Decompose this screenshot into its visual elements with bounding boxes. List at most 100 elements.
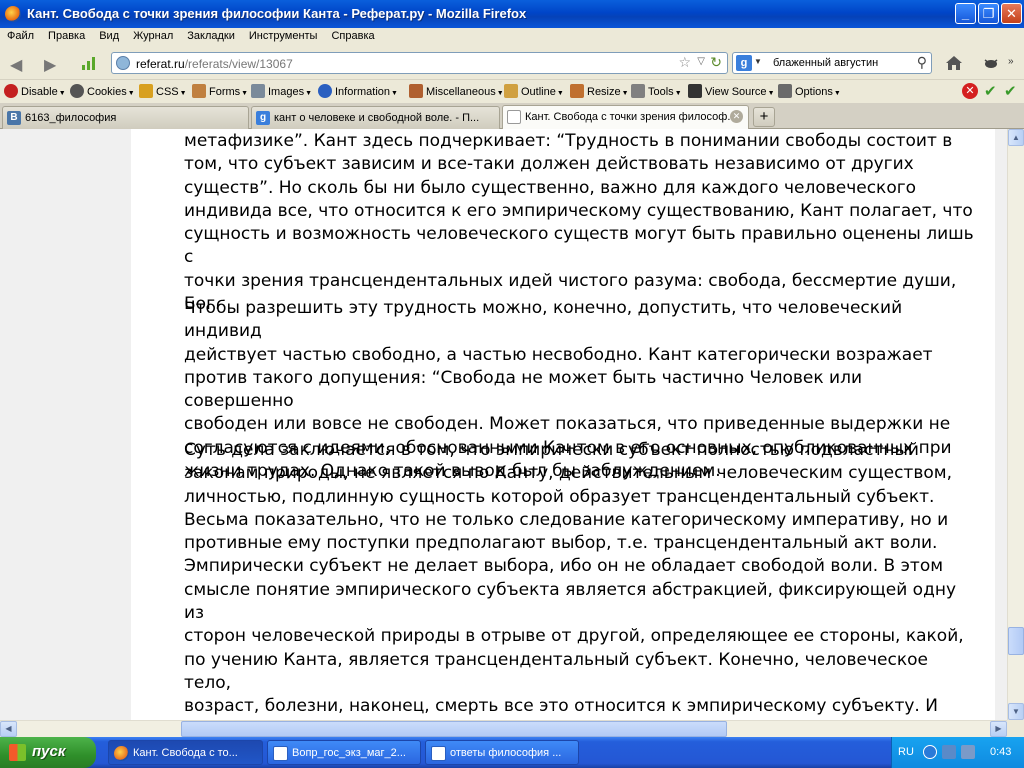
horizontal-scroll-thumb[interactable] <box>181 721 727 737</box>
search-engine-icon[interactable]: g <box>736 55 752 71</box>
images-icon <box>251 84 265 98</box>
system-tray: RU 0:43 <box>891 737 1024 768</box>
devbar-forms[interactable]: Forms▼ <box>192 84 248 100</box>
firefox-logo-icon <box>5 6 21 22</box>
back-button[interactable]: ◀ <box>10 55 22 75</box>
tab-bar: В 6163_философия g кант о человеке и сво… <box>0 103 1024 130</box>
bookmark-star-icon[interactable]: ☆ <box>678 54 691 71</box>
search-input[interactable]: блаженный августин <box>773 57 878 69</box>
page-content[interactable]: метафизике”. Кант здесь подчеркивает: “Т… <box>0 129 1007 720</box>
tab-vk-philosophy[interactable]: В 6163_философия <box>2 106 249 129</box>
devbar-miscellaneous[interactable]: Miscellaneous▼ <box>409 84 504 100</box>
menu-help[interactable]: Справка <box>324 28 381 42</box>
tab-label: Кант. Свобода с точки зрения философ... <box>525 111 737 123</box>
reload-icon[interactable]: ↻ <box>710 54 722 71</box>
devbar-cookies[interactable]: Cookies▼ <box>70 84 135 100</box>
taskbar-word-document-2[interactable]: ответы философия ... <box>425 740 579 765</box>
devbar-images[interactable]: Images▼ <box>251 84 312 100</box>
information-icon <box>318 84 332 98</box>
article-paragraph: Суть дела заключается в том, что эмпирич… <box>184 440 971 720</box>
vk-icon: В <box>7 111 21 125</box>
html-valid-icon[interactable]: ✔ <box>1004 82 1017 100</box>
tab-google-search[interactable]: g кант о человеке и свободной воле. - П.… <box>251 106 500 129</box>
vertical-scroll-thumb[interactable] <box>1008 627 1024 655</box>
taskbar-firefox-window[interactable]: Кант. Свобода с то... <box>108 740 263 765</box>
options-icon <box>778 84 792 98</box>
devbar-information[interactable]: Information▼ <box>318 84 398 100</box>
tools-icon <box>631 84 645 98</box>
devbar-tools[interactable]: Tools▼ <box>631 84 682 100</box>
word-document-icon <box>273 746 288 761</box>
menu-bookmarks[interactable]: Закладки <box>180 28 242 42</box>
navigation-bar: ◀ ▶ referat.ru/referats/view/13067 ☆ ▽ ↻… <box>0 47 1024 79</box>
title-bar[interactable]: Кант. Свобода с точки зрения философии К… <box>0 0 1024 28</box>
site-identity-icon[interactable] <box>116 56 130 70</box>
menu-edit[interactable]: Правка <box>41 28 92 42</box>
article: метафизике”. Кант здесь подчеркивает: “Т… <box>131 129 995 720</box>
menu-file[interactable]: Файл <box>0 28 41 42</box>
toolbar-overflow-icon[interactable]: » <box>1008 56 1014 67</box>
scroll-down-icon[interactable]: ▼ <box>1008 703 1024 720</box>
close-button[interactable]: ✕ <box>1001 3 1022 24</box>
devbar-resize[interactable]: Resize▼ <box>570 84 629 100</box>
close-tab-icon[interactable]: ✕ <box>730 110 743 123</box>
taskbar-word-document-1[interactable]: Вопр_гос_экз_маг_2... <box>267 740 421 765</box>
search-icon[interactable]: ⚲ <box>917 54 927 71</box>
firefox-icon <box>114 746 129 761</box>
task-label: Вопр_гос_экз_маг_2... <box>292 747 406 759</box>
devbar-options[interactable]: Options▼ <box>778 84 841 100</box>
scroll-up-icon[interactable]: ▲ <box>1008 129 1024 146</box>
url-host: referat.ru <box>136 57 185 71</box>
history-dropdown-icon[interactable]: ▽ <box>697 56 705 67</box>
task-label: ответы философия ... <box>450 747 562 759</box>
url-text[interactable]: referat.ru/referats/view/13067 <box>136 57 293 71</box>
search-box[interactable]: g ▼ блаженный августин ⚲ <box>732 52 932 74</box>
css-valid-icon[interactable]: ✔ <box>984 82 997 100</box>
outline-icon <box>504 84 518 98</box>
maximize-button[interactable]: ❐ <box>978 3 999 24</box>
scroll-left-icon[interactable]: ◀ <box>0 721 17 737</box>
language-indicator[interactable]: RU <box>898 746 914 758</box>
window-title: Кант. Свобода с точки зрения философии К… <box>27 6 527 21</box>
article-paragraph: метафизике”. Кант здесь подчеркивает: “Т… <box>184 131 974 315</box>
start-button[interactable]: пуск <box>0 737 96 768</box>
addon-icon[interactable] <box>982 55 1000 71</box>
forward-button[interactable]: ▶ <box>44 55 56 75</box>
help-tray-icon[interactable] <box>923 745 937 759</box>
menu-tools[interactable]: Инструменты <box>242 28 325 42</box>
menu-history[interactable]: Журнал <box>126 28 180 42</box>
scrollbar-corner <box>1007 720 1024 737</box>
start-label: пуск <box>32 743 66 760</box>
menu-view[interactable]: Вид <box>92 28 126 42</box>
devbar-view-source[interactable]: View Source▼ <box>688 84 775 100</box>
vertical-scrollbar[interactable]: ▲ ▼ <box>1007 129 1024 720</box>
tab-label: кант о человеке и свободной воле. - П... <box>274 112 480 124</box>
view-source-icon <box>688 84 702 98</box>
url-bar[interactable]: referat.ru/referats/view/13067 ☆ ▽ ↻ <box>111 52 728 74</box>
minimize-button[interactable]: _ <box>955 3 976 24</box>
google-icon: g <box>256 111 270 125</box>
network-tray-icon[interactable] <box>942 745 956 759</box>
tab-kant-freedom[interactable]: Кант. Свобода с точки зрения философ... … <box>502 105 749 130</box>
new-tab-button[interactable]: + <box>753 107 775 127</box>
devbar-css[interactable]: CSS▼ <box>139 84 187 100</box>
horizontal-scrollbar[interactable]: ◀ ▶ <box>0 720 1007 737</box>
search-engine-dropdown-icon[interactable]: ▼ <box>754 57 762 66</box>
forms-icon <box>192 84 206 98</box>
network-tray-icon-2[interactable] <box>961 745 975 759</box>
devbar-disable[interactable]: Disable▼ <box>4 84 66 100</box>
windows-logo-icon <box>9 744 26 761</box>
error-status-icon[interactable]: ✕ <box>962 83 978 99</box>
url-path: /referats/view/13067 <box>184 57 293 71</box>
clock[interactable]: 0:43 <box>990 746 1011 758</box>
css-icon <box>139 84 153 98</box>
miscellaneous-icon <box>409 84 423 98</box>
scroll-right-icon[interactable]: ▶ <box>990 721 1007 737</box>
devbar-outline[interactable]: Outline▼ <box>504 84 564 100</box>
home-icon[interactable] <box>944 53 964 73</box>
blank-page-icon <box>507 110 521 124</box>
web-developer-toolbar: Disable▼ Cookies▼ CSS▼ Forms▼ Images▼ In… <box>0 79 1024 103</box>
tab-label: 6163_философия <box>25 112 117 124</box>
cookies-icon <box>70 84 84 98</box>
word-document-icon <box>431 746 446 761</box>
